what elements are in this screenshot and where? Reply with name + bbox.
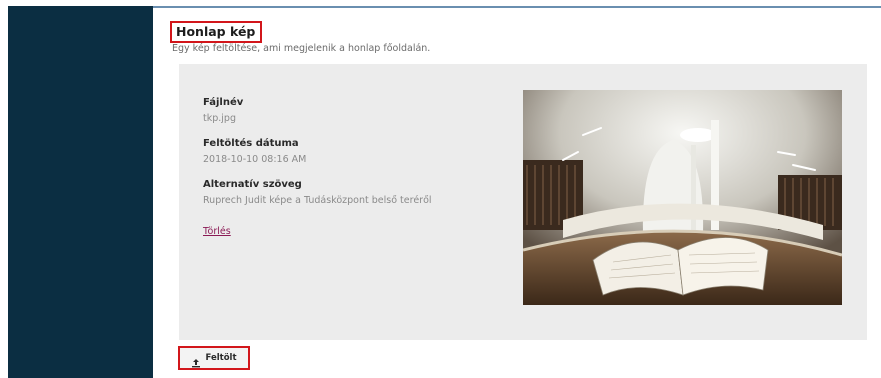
alt-text-group: Alternatív szöveg Ruprech Judit képe a T… bbox=[203, 178, 503, 207]
homepage-image-preview bbox=[523, 90, 842, 305]
upload-button[interactable]: Feltölt bbox=[178, 346, 250, 370]
delete-link[interactable]: Törlés bbox=[203, 226, 231, 237]
section-title: Honlap kép bbox=[170, 21, 263, 43]
section-description: Egy kép feltöltése, ami megjelenik a hon… bbox=[172, 43, 431, 54]
upload-date-label: Feltöltés dátuma bbox=[203, 138, 299, 149]
upload-icon bbox=[191, 353, 201, 368]
alt-text-value: Ruprech Judit képe a Tudásközpont belső … bbox=[203, 195, 432, 206]
filename-label: Fájlnév bbox=[203, 97, 244, 108]
upload-date-value: 2018-10-10 08:16 AM bbox=[203, 154, 307, 165]
upload-date-group: Feltöltés dátuma 2018-10-10 08:16 AM bbox=[203, 137, 503, 166]
file-metadata: Fájlnév tkp.jpg Feltöltés dátuma 2018-10… bbox=[203, 96, 503, 238]
alt-text-label: Alternatív szöveg bbox=[203, 179, 302, 190]
filename-group: Fájlnév tkp.jpg bbox=[203, 96, 503, 125]
file-preview-panel: Fájlnév tkp.jpg Feltöltés dátuma 2018-10… bbox=[179, 64, 867, 340]
sidebar bbox=[8, 6, 153, 378]
upload-button-label: Feltölt bbox=[205, 353, 237, 363]
filename-value: tkp.jpg bbox=[203, 113, 236, 124]
main-content: Honlap kép Egy kép feltöltése, ami megje… bbox=[153, 8, 881, 378]
